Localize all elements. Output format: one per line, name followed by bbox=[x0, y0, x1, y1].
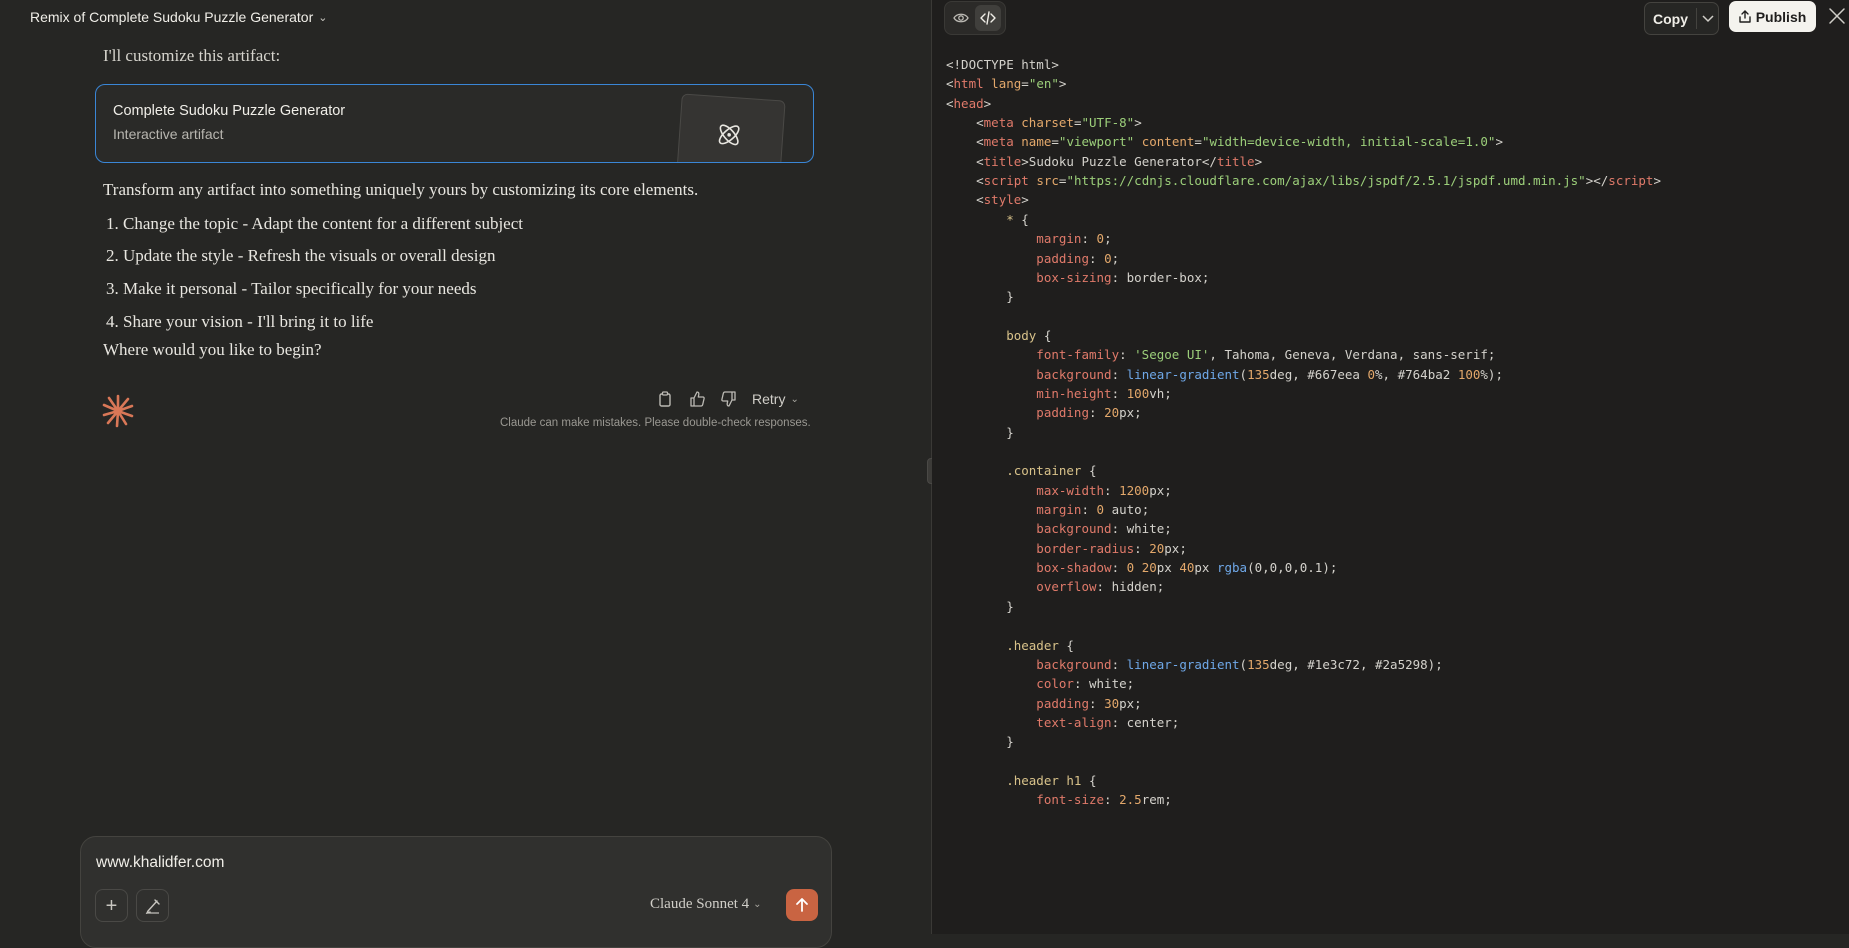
code-line: margin: 0 auto; bbox=[946, 502, 1150, 518]
view-toggle bbox=[944, 1, 1006, 35]
chevron-down-icon: ⌄ bbox=[318, 11, 328, 24]
chevron-down-icon: ⌄ bbox=[790, 393, 799, 405]
claude-logo-icon bbox=[102, 394, 134, 428]
add-button[interactable]: + bbox=[95, 889, 128, 922]
close-icon[interactable] bbox=[1828, 7, 1846, 25]
intro-text: I'll customize this artifact: bbox=[103, 46, 281, 65]
code-line: border-radius: 20px; bbox=[946, 540, 1187, 556]
code-line: .header h1 { bbox=[946, 772, 1097, 788]
code-line: } bbox=[946, 424, 1014, 440]
code-toggle[interactable] bbox=[975, 5, 1001, 31]
plus-icon: + bbox=[105, 894, 118, 917]
code-line: padding: 20px; bbox=[946, 405, 1142, 421]
chevron-down-icon bbox=[1701, 14, 1714, 22]
chat-panel: Remix of Complete Sudoku Puzzle Generato… bbox=[0, 0, 931, 948]
artifact-panel: Copy Publish <!DOCTYPE html> <html lang="… bbox=[932, 0, 1849, 934]
code-line: background: white; bbox=[946, 521, 1172, 537]
tools-button[interactable] bbox=[136, 889, 169, 922]
code-icon bbox=[980, 11, 996, 25]
model-selector[interactable]: Claude Sonnet 4 ⌄ bbox=[650, 896, 762, 913]
code-line: * { bbox=[946, 211, 1029, 227]
retry-button[interactable]: Retry ⌄ bbox=[752, 391, 799, 407]
code-line: <meta name="viewport" content="width=dev… bbox=[946, 134, 1503, 150]
code-line: text-align: center; bbox=[946, 714, 1180, 730]
copy-control: Copy bbox=[1644, 2, 1719, 35]
composer-input[interactable]: www.khalidfer.com bbox=[96, 854, 224, 872]
code-line: .header { bbox=[946, 637, 1074, 653]
pen-icon bbox=[145, 898, 160, 914]
code-line: color: white; bbox=[946, 676, 1135, 692]
code-line: <meta charset="UTF-8"> bbox=[946, 115, 1142, 131]
code-line: <title>Sudoku Puzzle Generator</title> bbox=[946, 153, 1263, 169]
code-line: <html lang="en"> bbox=[946, 76, 1067, 92]
code-line: font-family: 'Segoe UI', Tahoma, Geneva,… bbox=[946, 347, 1496, 363]
thumbs-down-icon[interactable] bbox=[720, 390, 738, 408]
chevron-down-icon: ⌄ bbox=[753, 899, 762, 910]
list-item: 4. Share your vision - I'll bring it to … bbox=[106, 312, 374, 331]
copy-button[interactable]: Copy bbox=[1645, 3, 1696, 34]
preview-toggle[interactable] bbox=[948, 5, 974, 31]
code-line: min-height: 100vh; bbox=[946, 385, 1172, 401]
conversation-title[interactable]: Remix of Complete Sudoku Puzzle Generato… bbox=[30, 9, 327, 25]
list-item: 3. Make it personal - Tailor specificall… bbox=[106, 279, 477, 298]
retry-label: Retry bbox=[752, 391, 786, 407]
publish-button[interactable]: Publish bbox=[1729, 1, 1816, 32]
thumbs-up-icon[interactable] bbox=[688, 390, 706, 408]
code-line: background: linear-gradient(135deg, #667… bbox=[946, 366, 1503, 382]
share-icon bbox=[1739, 10, 1751, 23]
model-label: Claude Sonnet 4 bbox=[650, 896, 750, 912]
code-line: body { bbox=[946, 327, 1052, 343]
code-line: } bbox=[946, 598, 1014, 614]
code-line: margin: 0; bbox=[946, 231, 1112, 247]
code-line: padding: 30px; bbox=[946, 695, 1142, 711]
code-line: font-size: 2.5rem; bbox=[946, 792, 1172, 808]
code-line: padding: 0; bbox=[946, 250, 1120, 266]
disclaimer-text: Claude can make mistakes. Please double-… bbox=[500, 417, 811, 429]
publish-label: Publish bbox=[1755, 8, 1807, 25]
send-button[interactable] bbox=[786, 889, 818, 921]
code-line: } bbox=[946, 289, 1014, 305]
code-line: box-sizing: border-box; bbox=[946, 269, 1210, 285]
artifact-thumbnail bbox=[676, 93, 786, 162]
code-line: <script src="https://cdnjs.cloudflare.co… bbox=[946, 173, 1661, 189]
artifact-subtitle: Interactive artifact bbox=[113, 126, 224, 142]
artifact-title: Complete Sudoku Puzzle Generator bbox=[113, 103, 346, 119]
artifact-card[interactable]: Complete Sudoku Puzzle Generator Interac… bbox=[95, 84, 814, 163]
code-line: .container { bbox=[946, 463, 1097, 479]
code-line: overflow: hidden; bbox=[946, 579, 1165, 595]
list-item: 1. Change the topic - Adapt the content … bbox=[106, 214, 523, 233]
code-line: <style> bbox=[946, 192, 1029, 208]
conversation-title-text: Remix of Complete Sudoku Puzzle Generato… bbox=[30, 9, 314, 25]
atom-icon bbox=[718, 124, 740, 146]
closing-question: Where would you like to begin? bbox=[103, 340, 322, 359]
code-line: box-shadow: 0 20px 40px rgba(0,0,0,0.1); bbox=[946, 560, 1338, 576]
message-composer[interactable]: www.khalidfer.com + Claude Sonnet 4 ⌄ bbox=[80, 836, 832, 948]
code-line: <!DOCTYPE html> bbox=[946, 57, 1059, 72]
code-line: background: linear-gradient(135deg, #1e3… bbox=[946, 656, 1443, 672]
arrow-up-icon bbox=[796, 898, 808, 912]
message-actions: Retry ⌄ bbox=[656, 390, 799, 408]
code-line: max-width: 1200px; bbox=[946, 482, 1172, 498]
list-item: 2. Update the style - Refresh the visual… bbox=[106, 246, 496, 265]
response-paragraph: Transform any artifact into something un… bbox=[103, 180, 699, 199]
copy-options-button[interactable] bbox=[1697, 3, 1718, 34]
copy-icon[interactable] bbox=[656, 390, 674, 408]
code-line: } bbox=[946, 734, 1014, 750]
eye-icon bbox=[953, 13, 969, 23]
code-line: <head> bbox=[946, 95, 992, 111]
